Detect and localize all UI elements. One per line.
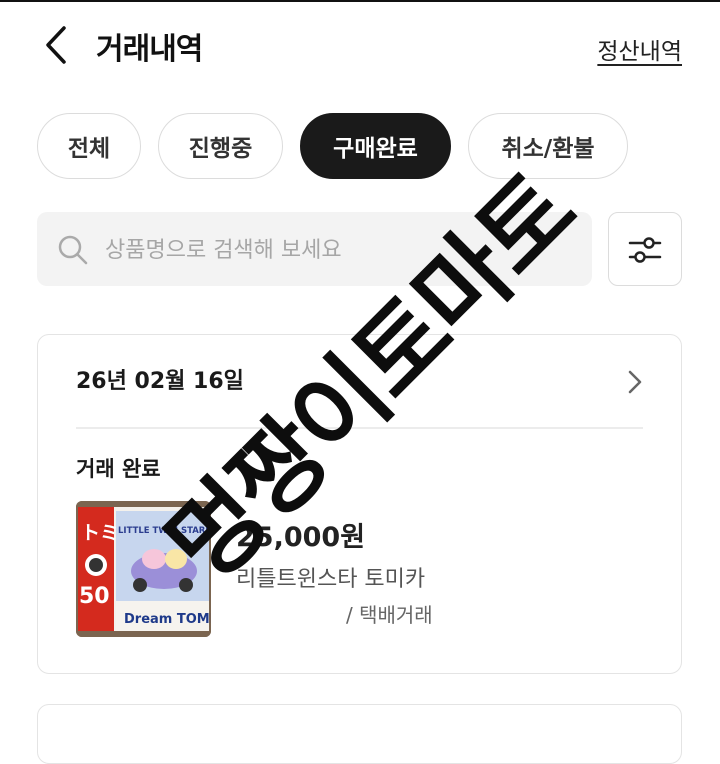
- chevron-right-icon: [628, 370, 642, 394]
- trade-type: / 택배거래: [346, 603, 433, 627]
- order-date-row[interactable]: 26년 02월 16일: [38, 335, 681, 427]
- tab-cancel-refund[interactable]: 취소/환불: [468, 113, 628, 179]
- order-status: 거래 완료: [76, 457, 161, 481]
- order-card: 26년 02월 16일 거래 완료 トミカ 50 LITTLE TWIN STA…: [37, 334, 682, 674]
- product-price: 25,000원: [236, 522, 366, 553]
- order-card-next: [37, 704, 682, 764]
- order-date: 26년 02월 16일: [76, 369, 244, 394]
- search-bar: [37, 212, 592, 288]
- tab-purchase-complete[interactable]: 구매완료: [300, 113, 451, 179]
- filter-icon: [628, 237, 662, 263]
- number-text: 50: [79, 584, 110, 609]
- tab-in-progress[interactable]: 진행중: [158, 113, 283, 179]
- caption-text: Dream TOMICA: [124, 612, 211, 627]
- divider: [76, 427, 643, 429]
- back-arrow-icon: [46, 26, 66, 64]
- filter-button[interactable]: [608, 212, 682, 286]
- search-input[interactable]: [103, 212, 577, 288]
- header: 거래내역 정산내역: [0, 0, 720, 92]
- product-text: LITTLE TWIN STARS: [118, 526, 211, 536]
- tab-all[interactable]: 전체: [37, 113, 141, 179]
- product-thumbnail[interactable]: トミカ 50 LITTLE TWIN STARS Dream TOMICA: [76, 501, 211, 637]
- back-button[interactable]: [42, 24, 74, 66]
- filter-tabs: 전체 진행중 구매완료 취소/환불: [37, 113, 628, 181]
- settlement-history-link[interactable]: 정산내역: [597, 32, 682, 66]
- page-title: 거래내역: [96, 32, 203, 67]
- product-name: 리틀트윈스타 토미카: [236, 567, 426, 592]
- tomica-box-image: トミカ 50 LITTLE TWIN STARS Dream TOMICA: [76, 501, 211, 637]
- search-icon: [58, 235, 88, 265]
